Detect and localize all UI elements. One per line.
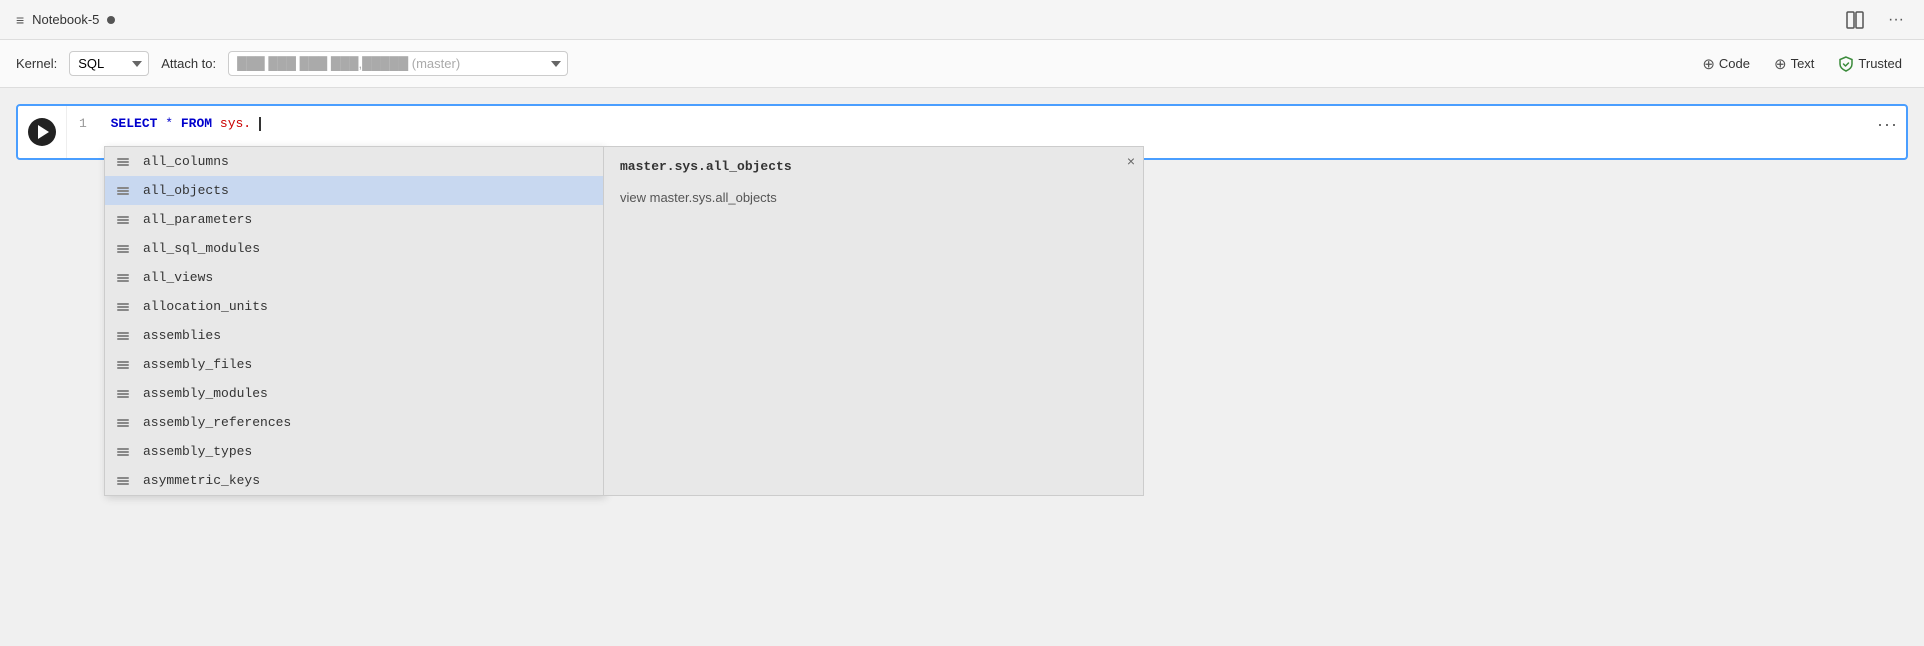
title-bar-right: ··· — [1842, 7, 1908, 33]
autocomplete-container: all_columns all_objects all_parameters all_… — [104, 146, 1144, 496]
kernel-select[interactable]: SQL — [69, 51, 149, 76]
item-lines-icon — [117, 245, 133, 253]
detail-close-button[interactable]: × — [1127, 153, 1135, 169]
shield-icon — [1838, 56, 1854, 72]
item-lines-icon — [117, 419, 133, 427]
trusted-button[interactable]: Trusted — [1832, 52, 1908, 76]
text-cursor — [259, 117, 261, 131]
autocomplete-item[interactable]: all_objects — [105, 176, 603, 205]
autocomplete-item[interactable]: assembly_files — [105, 350, 603, 379]
autocomplete-item-label: allocation_units — [143, 299, 268, 314]
add-text-button[interactable]: ⊕ Text — [1768, 51, 1820, 77]
more-options-button[interactable]: ··· — [1884, 7, 1908, 33]
sql-keyword-select: SELECT — [111, 116, 158, 131]
attach-label: Attach to: — [161, 56, 216, 71]
autocomplete-item-label: all_objects — [143, 183, 229, 198]
autocomplete-item[interactable]: all_parameters — [105, 205, 603, 234]
cell-more-button[interactable]: ··· — [1877, 114, 1898, 135]
run-cell-button[interactable] — [28, 118, 56, 146]
toolbar: Kernel: SQL Attach to: ███ ███ ███ ███,█… — [0, 40, 1924, 88]
plus-icon: ⊕ — [1702, 55, 1715, 73]
item-lines-icon — [117, 390, 133, 398]
item-lines-icon — [117, 303, 133, 311]
trusted-label: Trusted — [1858, 56, 1902, 71]
autocomplete-item[interactable]: asymmetric_keys — [105, 466, 603, 495]
sql-star: * — [165, 116, 173, 131]
run-icon — [38, 125, 49, 139]
autocomplete-item-label: assembly_files — [143, 357, 252, 372]
dirty-indicator — [107, 16, 115, 24]
item-lines-icon — [117, 332, 133, 340]
item-lines-icon — [117, 274, 133, 282]
main-content: 1 SELECT * FROM sys. ··· all_columnsall_… — [0, 88, 1924, 176]
kernel-label: Kernel: — [16, 56, 57, 71]
sql-keyword-from: FROM — [181, 116, 212, 131]
item-lines-icon — [117, 477, 133, 485]
add-code-button[interactable]: ⊕ Code — [1696, 51, 1756, 77]
code-label: Code — [1719, 56, 1750, 71]
autocomplete-list: all_columns all_objects all_parameters all_… — [104, 146, 604, 496]
cell-code-content[interactable]: 1 SELECT * FROM sys. — [67, 106, 1906, 141]
autocomplete-item-label: assembly_types — [143, 444, 252, 459]
detail-title: master.sys.all_objects — [620, 159, 1127, 174]
line-number: 1 — [79, 116, 87, 131]
autocomplete-item-label: asymmetric_keys — [143, 473, 260, 488]
autocomplete-item[interactable]: all_sql_modules — [105, 234, 603, 263]
split-view-button[interactable] — [1842, 7, 1868, 33]
cell-gutter — [18, 106, 67, 158]
item-lines-icon — [117, 448, 133, 456]
autocomplete-item[interactable]: assemblies — [105, 321, 603, 350]
autocomplete-item-label: assembly_references — [143, 415, 291, 430]
autocomplete-item-label: assembly_modules — [143, 386, 268, 401]
item-lines-icon — [117, 216, 133, 224]
plus-icon-text: ⊕ — [1774, 55, 1787, 73]
item-lines-icon — [117, 361, 133, 369]
autocomplete-item[interactable]: assembly_types — [105, 437, 603, 466]
notebook-icon: ≡ — [16, 12, 24, 28]
title-bar-left: ≡ Notebook-5 — [16, 12, 115, 28]
notebook-title: Notebook-5 — [32, 12, 99, 27]
autocomplete-item-label: all_sql_modules — [143, 241, 260, 256]
detail-panel: × master.sys.all_objects view master.sys… — [604, 146, 1144, 496]
autocomplete-item[interactable]: assembly_modules — [105, 379, 603, 408]
sql-table-ref: sys. — [220, 116, 251, 131]
title-bar: ≡ Notebook-5 ··· — [0, 0, 1924, 40]
detail-description: view master.sys.all_objects — [620, 190, 1127, 205]
item-lines-icon — [117, 158, 133, 166]
autocomplete-item-label: all_views — [143, 270, 213, 285]
autocomplete-item-label: all_parameters — [143, 212, 252, 227]
autocomplete-item[interactable]: assembly_references — [105, 408, 603, 437]
autocomplete-item[interactable]: all_columns — [105, 147, 603, 176]
item-lines-icon — [117, 187, 133, 195]
autocomplete-item[interactable]: all_views — [105, 263, 603, 292]
autocomplete-item-label: assemblies — [143, 328, 221, 343]
autocomplete-item[interactable]: allocation_units — [105, 292, 603, 321]
attach-select[interactable]: ███ ███ ███ ███,█████ (master) — [228, 51, 568, 76]
autocomplete-item-label: all_columns — [143, 154, 229, 169]
text-label: Text — [1791, 56, 1815, 71]
